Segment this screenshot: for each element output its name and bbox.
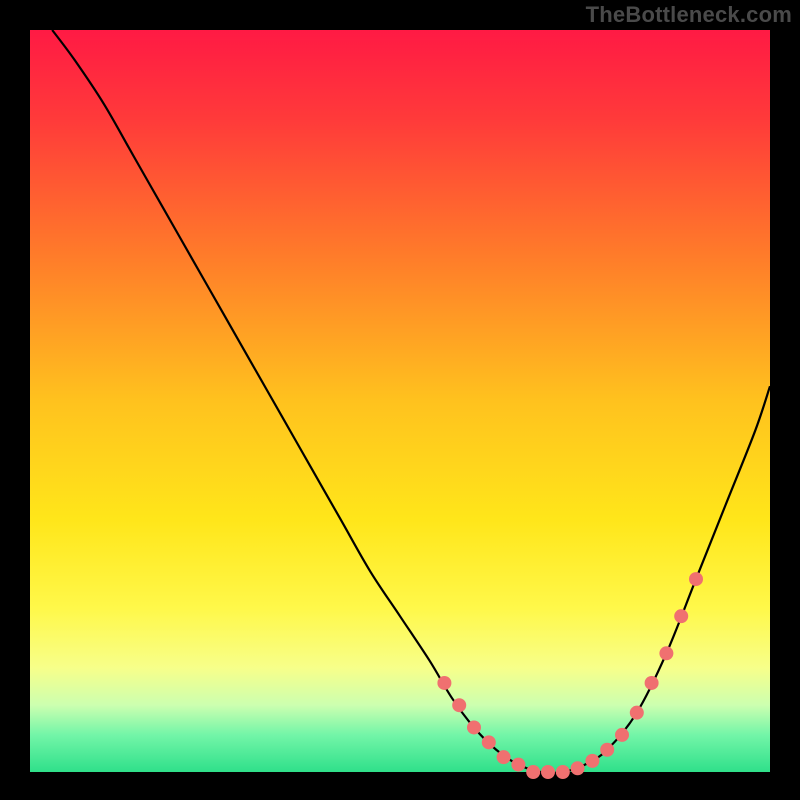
highlight-point — [615, 728, 629, 742]
highlight-point — [600, 743, 614, 757]
highlight-point — [674, 609, 688, 623]
highlight-point — [467, 720, 481, 734]
highlight-point — [511, 758, 525, 772]
plot-background — [30, 30, 770, 772]
highlight-point — [452, 698, 466, 712]
highlight-point — [526, 765, 540, 779]
highlight-point — [645, 676, 659, 690]
highlight-point — [497, 750, 511, 764]
highlight-point — [482, 735, 496, 749]
highlight-point — [571, 761, 585, 775]
highlight-point — [630, 706, 644, 720]
highlight-point — [585, 754, 599, 768]
highlight-point — [556, 765, 570, 779]
highlight-point — [689, 572, 703, 586]
bottleneck-chart — [0, 0, 800, 800]
watermark-label: TheBottleneck.com — [586, 2, 792, 28]
highlight-point — [437, 676, 451, 690]
chart-frame: TheBottleneck.com — [0, 0, 800, 800]
highlight-point — [541, 765, 555, 779]
highlight-point — [659, 646, 673, 660]
